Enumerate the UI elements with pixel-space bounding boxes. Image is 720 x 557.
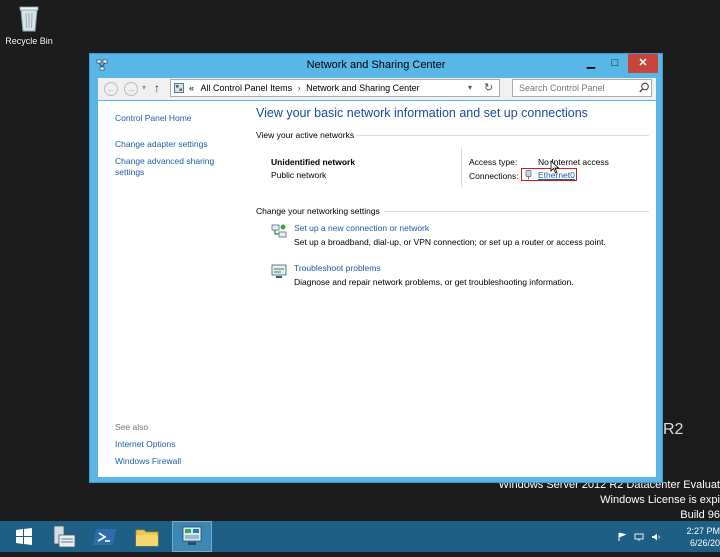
refresh-icon[interactable]: ↻ — [484, 81, 493, 94]
server-manager-icon — [53, 525, 76, 548]
divider — [356, 135, 649, 136]
folder-icon — [135, 529, 159, 547]
maximize-button[interactable]: □ — [604, 54, 626, 73]
divider — [384, 211, 649, 212]
content-area: Control Panel Home Change adapter settin… — [98, 101, 656, 477]
main-pane: View your basic network information and … — [256, 101, 656, 477]
start-button[interactable] — [6, 521, 42, 552]
clock-time: 2:27 PM — [686, 526, 720, 536]
minimize-button[interactable]: ▁ — [580, 54, 602, 73]
setup-connection-link[interactable]: Set up a new connection or network — [294, 223, 429, 233]
powershell-icon — [93, 529, 116, 545]
troubleshoot-icon — [271, 264, 287, 278]
network-center-taskbar-button[interactable] — [172, 521, 212, 552]
recycle-bin-desktop-icon[interactable]: Recycle Bin — [4, 4, 54, 46]
address-bar[interactable]: « All Control Panel Items › Network and … — [170, 79, 500, 97]
close-button[interactable]: ✕ — [628, 54, 658, 73]
watermark-r2: R2 — [663, 421, 684, 438]
page-title: View your basic network information and … — [256, 106, 588, 120]
change-adapter-settings-link[interactable]: Change adapter settings — [115, 139, 208, 150]
taskbar: 2:27 PM 6/26/20 — [0, 521, 720, 552]
mouse-cursor-icon — [550, 160, 560, 174]
breadcrumb: « All Control Panel Items › Network and … — [189, 83, 420, 93]
flag-icon[interactable] — [617, 532, 627, 542]
clock-date: 6/26/20 — [689, 538, 720, 548]
file-explorer-taskbar-button[interactable] — [127, 521, 167, 552]
server-manager-taskbar-button[interactable] — [45, 521, 85, 552]
recycle-bin-icon — [19, 6, 39, 32]
search-box[interactable] — [512, 79, 652, 97]
windows-logo-icon — [16, 528, 32, 545]
powershell-taskbar-button[interactable] — [86, 521, 126, 552]
navigation-bar: ← → ▾ ↑ « All Control Panel Items › Netw… — [98, 78, 656, 100]
access-type-label: Access type: — [469, 157, 518, 167]
troubleshoot-problems-link[interactable]: Troubleshoot problems — [294, 263, 381, 273]
troubleshoot-description: Diagnose and repair network problems, or… — [294, 277, 574, 287]
network-name: Unidentified network — [271, 157, 356, 167]
change-advanced-sharing-link[interactable]: Change advanced sharing settings — [115, 156, 225, 178]
control-panel-home-link[interactable]: Control Panel Home — [115, 113, 192, 124]
system-clock[interactable]: 2:27 PM 6/26/20 — [686, 525, 720, 549]
network-tray-icon[interactable] — [634, 532, 644, 542]
ethernet-icon — [525, 170, 532, 180]
recent-locations-dropdown[interactable]: ▾ — [142, 83, 146, 92]
search-icon[interactable] — [639, 82, 650, 93]
see-also-label: See also — [115, 422, 149, 432]
setup-connection-description: Set up a broadband, dial-up, or VPN conn… — [294, 237, 606, 247]
new-connection-icon — [271, 224, 287, 238]
up-button[interactable]: ↑ — [154, 81, 160, 95]
ethernet-connection-highlight: Ethernet0 — [521, 168, 577, 181]
internet-options-link[interactable]: Internet Options — [115, 439, 175, 450]
volume-icon[interactable] — [651, 532, 661, 542]
back-button[interactable]: ← — [104, 82, 118, 96]
divider — [461, 147, 462, 187]
control-panel-icon — [174, 83, 184, 93]
breadcrumb-current[interactable]: Network and Sharing Center — [306, 83, 420, 93]
change-settings-label: Change your networking settings — [256, 206, 380, 216]
network-category-link: Public network — [271, 170, 327, 180]
breadcrumb-separator[interactable]: › — [298, 83, 301, 93]
forward-button[interactable]: → — [124, 82, 138, 96]
active-networks-label: View your active networks — [256, 130, 355, 140]
access-type-value: No Internet access — [538, 157, 609, 167]
address-dropdown[interactable]: ▾ — [468, 83, 472, 92]
breadcrumb-overflow[interactable]: « — [189, 83, 194, 93]
network-center-taskbar-icon — [182, 526, 202, 545]
search-input[interactable] — [517, 82, 633, 94]
watermark-build: Build 96 — [680, 509, 720, 521]
title-bar[interactable]: Network and Sharing Center ▁ □ ✕ — [90, 54, 662, 76]
watermark-license: Windows License is expi — [600, 494, 720, 506]
left-pane: Control Panel Home Change adapter settin… — [98, 101, 246, 477]
network-sharing-window: Network and Sharing Center ▁ □ ✕ ← → ▾ ↑… — [89, 53, 663, 483]
connections-label: Connections: — [469, 171, 519, 181]
breadcrumb-all-items[interactable]: All Control Panel Items — [201, 83, 293, 93]
windows-firewall-link[interactable]: Windows Firewall — [115, 456, 181, 467]
recycle-bin-label: Recycle Bin — [5, 36, 53, 46]
window-title: Network and Sharing Center — [306, 59, 446, 71]
